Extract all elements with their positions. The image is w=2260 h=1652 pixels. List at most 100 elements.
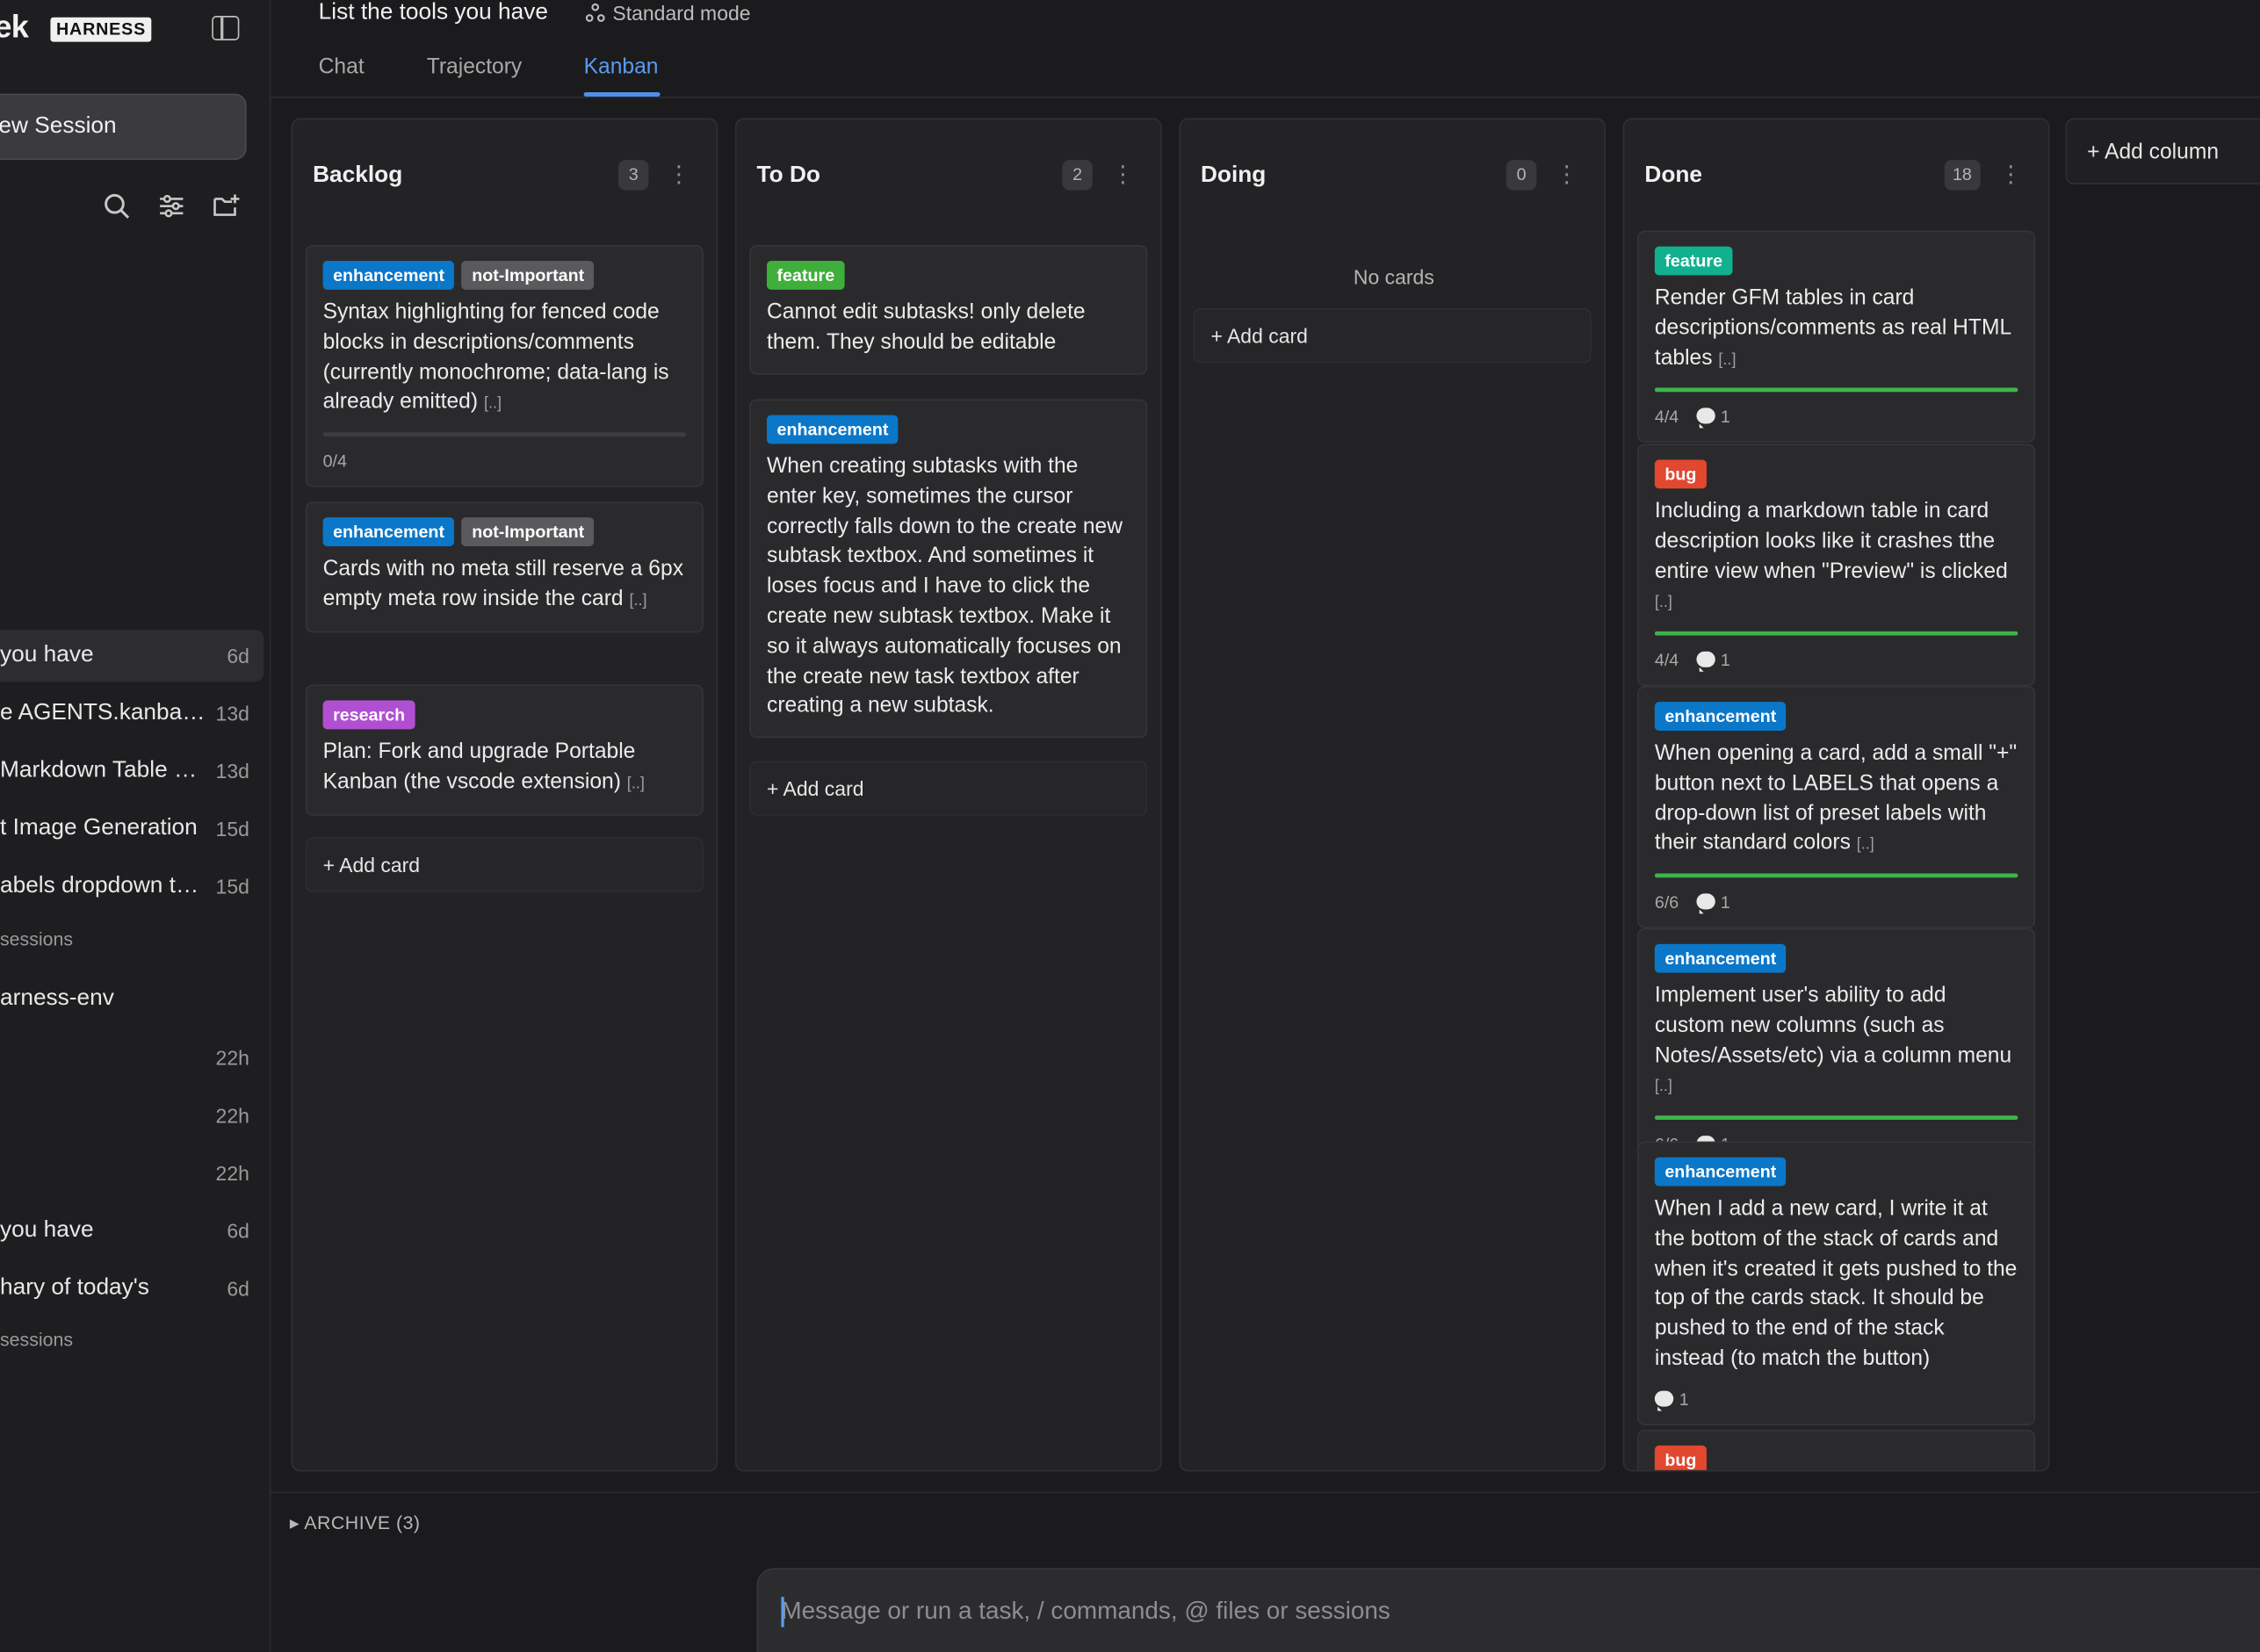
card-text: Render GFM tables in card descriptions/c… <box>1654 285 2011 371</box>
expand-more-link[interactable]: [..] <box>629 592 646 610</box>
session-item[interactable]: 22h <box>0 1090 264 1142</box>
label-badge: not-Important <box>461 261 595 290</box>
tab-trajectory[interactable]: Trajectory <box>427 54 523 79</box>
kanban-card[interactable]: enhancement not-Important Syntax highlight… <box>305 244 704 487</box>
kanban-card[interactable]: feature Render GFM tables in card descrip… <box>1637 230 2036 444</box>
message-input[interactable] <box>781 1592 2079 1630</box>
expand-more-link[interactable]: [..] <box>1857 836 1874 854</box>
kanban-column: To Do 2 ⋮ feature Cannot edit subtasks! only… <box>734 118 1162 1472</box>
divider <box>271 1491 2260 1494</box>
expand-more-link[interactable]: [..] <box>627 776 645 793</box>
card-title: Render GFM tables in card descriptions/c… <box>1655 284 2018 375</box>
new-session-button[interactable]: ew Session <box>0 93 247 161</box>
mode-indicator[interactable]: Standard mode <box>585 1 751 25</box>
card-count-badge: 18 <box>1944 160 1981 191</box>
label-badge: bug <box>1654 459 1707 489</box>
session-item[interactable]: Markdown Table Rendering 13d <box>0 745 264 797</box>
progress-bar <box>322 432 687 437</box>
kanban-card[interactable]: enhancement Implement user's ability to a… <box>1637 927 2036 1171</box>
card-labels: feature <box>767 261 1130 290</box>
column-title: Done <box>1644 162 1703 188</box>
card-title: When opening a card, add a small "+" but… <box>1655 739 2018 861</box>
more-sessions-link[interactable]: sessions <box>0 928 73 950</box>
tab-chat[interactable]: Chat <box>319 54 365 79</box>
expand-more-link[interactable]: [..] <box>1655 595 1672 612</box>
workspace-group-title[interactable]: arness-env <box>0 985 114 1012</box>
column-menu-icon[interactable]: ⋮ <box>668 162 690 191</box>
kanban-card[interactable]: feature Cannot edit subtasks! only delete… <box>749 244 1148 374</box>
card-text: Including a markdown table in card descr… <box>1654 498 2008 583</box>
session-item[interactable]: you have 6d <box>0 1205 264 1257</box>
subtask-progress: 0/4 <box>322 451 347 472</box>
comment-count: 1 <box>1654 1389 1689 1411</box>
kanban-card[interactable]: enhancement When I add a new card, I writ… <box>1637 1141 2036 1425</box>
comment-count-value: 1 <box>1720 892 1730 913</box>
session-item[interactable]: e AGENTS.kanban.md 13d <box>0 688 264 739</box>
kanban-card[interactable]: enhancement not-Important Cards with no me… <box>305 501 704 632</box>
new-folder-icon[interactable] <box>212 191 241 220</box>
card-count-badge: 0 <box>1505 160 1537 191</box>
session-title: you have <box>0 642 94 667</box>
card-labels: enhancement <box>1654 1157 2018 1187</box>
sidebar: ek HARNESS ew Session you have 6d e AGENTS… <box>0 0 271 1652</box>
card-text: When opening a card, add a small "+" but… <box>1654 740 2018 855</box>
progress-bar <box>1654 873 2018 878</box>
card-labels: research <box>322 700 687 730</box>
kanban-card[interactable]: bug Including a markdown table in card de… <box>1637 444 2036 687</box>
column-title: Doing <box>1200 162 1267 188</box>
expand-more-link[interactable]: [..] <box>1655 1078 1672 1096</box>
harness-badge: HARNESS <box>50 17 152 42</box>
progress-bar <box>1654 388 2018 393</box>
expand-more-link[interactable]: [..] <box>484 395 502 413</box>
column-title: To Do <box>756 162 820 188</box>
kanban-card[interactable]: enhancement When creating subtasks with t… <box>749 399 1148 739</box>
card-meta: 4/4 1 <box>1655 650 2018 673</box>
card-count-badge: 2 <box>1062 160 1093 191</box>
search-icon[interactable] <box>103 191 132 220</box>
session-item[interactable]: you have 6d <box>0 630 264 682</box>
tab-kanban[interactable]: Kanban <box>584 54 659 79</box>
subtask-progress: 4/4 <box>1654 407 1679 428</box>
card-count-badge: 3 <box>617 160 649 191</box>
column-menu-icon[interactable]: ⋮ <box>1556 162 1578 191</box>
divider <box>271 96 2260 98</box>
add-card-button[interactable]: + Add card <box>749 761 1148 816</box>
column-menu-icon[interactable]: ⋮ <box>1999 162 2022 191</box>
kanban-column: Done 18 ⋮ feature Render GFM tables in card … <box>1622 118 2050 1472</box>
archive-toggle[interactable]: ▸ ARCHIVE (3) <box>290 1511 421 1534</box>
comment-count-value: 1 <box>1720 650 1730 671</box>
kanban-card[interactable]: research Plan: Fork and upgrade Portable … <box>305 684 704 816</box>
sidebar-toggle-icon[interactable] <box>212 16 240 40</box>
text-caret <box>781 1597 784 1627</box>
kanban-card[interactable]: bug <box>1637 1429 2036 1470</box>
card-meta: 4/4 1 <box>1654 407 2018 429</box>
more-sessions-link[interactable]: sessions <box>0 1329 73 1351</box>
session-title: hary of today's <box>0 1275 149 1301</box>
filter-sliders-icon[interactable] <box>157 191 186 220</box>
kanban-card[interactable]: enhancement When opening a card, add a sm… <box>1637 686 2036 929</box>
session-item[interactable]: t Image Generation 15d <box>0 803 264 855</box>
add-card-button[interactable]: + Add card <box>305 837 704 892</box>
add-card-button[interactable]: + Add card <box>1193 308 1592 364</box>
comment-icon <box>1695 408 1715 429</box>
add-column-button[interactable]: + Add column <box>2065 118 2260 185</box>
mode-icon <box>585 3 605 22</box>
card-labels: enhancement not-Important <box>322 261 687 290</box>
progress-bar <box>1654 1115 2018 1121</box>
expand-more-link[interactable]: [..] <box>1718 351 1736 369</box>
session-age: 22h <box>215 1104 249 1128</box>
mode-label: Standard mode <box>612 1 751 25</box>
session-item[interactable]: 22h <box>0 1032 264 1084</box>
label-badge: research <box>322 700 415 730</box>
card-title: Syntax highlighting for fenced code bloc… <box>323 299 687 420</box>
session-item[interactable]: 22h <box>0 1147 264 1199</box>
column-menu-icon[interactable]: ⋮ <box>1111 162 1134 191</box>
card-text: Implement user's ability to add custom n… <box>1654 983 2012 1068</box>
session-item[interactable]: hary of today's 6d <box>0 1263 264 1315</box>
session-item[interactable]: abels dropdown to card 15d <box>0 861 264 913</box>
session-title: Markdown Table Rendering <box>0 758 206 783</box>
card-labels: bug <box>1654 1445 2018 1470</box>
kanban-column: Backlog 3 ⋮ enhancement not-Important Syntax … <box>291 118 718 1472</box>
session-age: 6d <box>227 1276 249 1301</box>
comment-count-value: 1 <box>1720 407 1730 428</box>
